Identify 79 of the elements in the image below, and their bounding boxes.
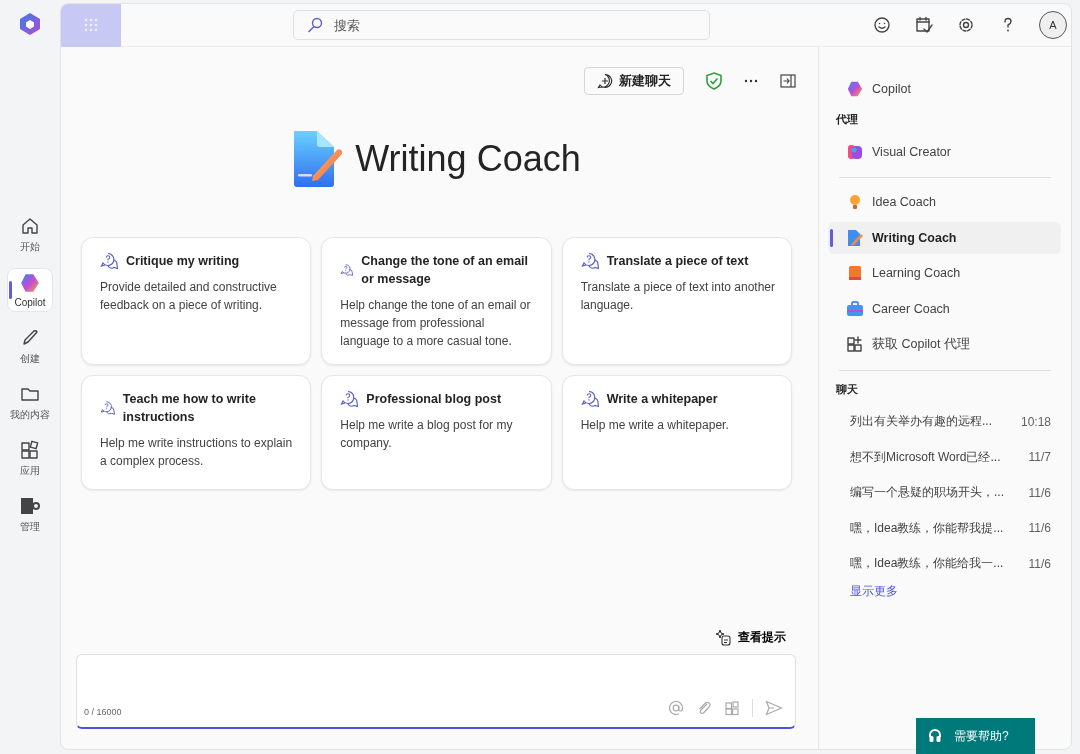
view-prompts-button[interactable]: 查看提示 <box>715 629 796 646</box>
chat-title: 编写一个悬疑的职场开头，... <box>850 484 1005 501</box>
agent-item[interactable]: Writing Coach <box>828 221 1061 254</box>
get-agents-link[interactable]: 获取 Copilot 代理 <box>828 328 1061 360</box>
apps-icon <box>19 438 41 461</box>
chat-history-item[interactable]: 编写一个悬疑的职场开头，... 11/6 <box>828 476 1061 509</box>
prompt-description: Help me write a whitepaper. <box>580 417 730 434</box>
prompt-card[interactable]: Critique my writing Provide detailed and constructive feedback on a piece of writing. <box>81 237 312 365</box>
section-heading: 代理 <box>835 111 859 127</box>
prompt-description: Translate a piece of text into another language. <box>580 279 775 314</box>
prompt-card[interactable]: Write a whitepaper Help me write a whitepaper. <box>561 375 792 490</box>
prompt-title: Change the tone of an email or message <box>361 253 530 288</box>
headset-icon <box>928 728 942 744</box>
paperclip-icon[interactable] <box>696 700 712 716</box>
chat-title: 嘿，Idea教练，你能帮我提... <box>850 519 1005 537</box>
prompt-title: Translate a piece of text <box>606 253 749 270</box>
chat-time: 11/7 <box>1028 450 1051 464</box>
prompt-card[interactable]: Professional blog post Help me write a blog post for my company. <box>321 375 552 490</box>
prompt-title: Professional blog post <box>366 391 502 408</box>
prompt-description: Help me write instructions to explain a complex process. <box>100 435 294 470</box>
agent-title: Writing Coach <box>355 138 581 180</box>
nav-item[interactable]: 应用 <box>7 436 53 480</box>
chat-question-icon <box>340 390 359 408</box>
add-apps-icon <box>846 335 864 353</box>
new-chat-button[interactable]: 新建聊天 <box>584 67 684 95</box>
prompt-description: Help change the tone of an email or message from professional language to a more casual tone. <box>340 297 532 350</box>
show-more-link[interactable]: 显示更多 <box>828 583 898 600</box>
chat-question-icon <box>340 261 354 279</box>
prompt-card[interactable]: Change the tone of an email or message Help change the tone of an email or message from professional language to a more casual tone. <box>321 237 552 365</box>
agent-item[interactable]: Visual Creator <box>828 135 1061 168</box>
chat-history-item[interactable]: 列出有关举办有趣的远程... 10:18 <box>828 405 1061 438</box>
nav-item[interactable]: 开始 <box>7 212 53 256</box>
chat-title: 列出有关举办有趣的远程... <box>850 413 993 430</box>
more-icon[interactable] <box>744 79 758 83</box>
settings-icon[interactable] <box>957 16 975 34</box>
chat-time: 11/6 <box>1028 485 1051 500</box>
nav-item[interactable]: Copilot <box>7 268 53 312</box>
prompt-title: Write a whitepaper <box>606 391 718 408</box>
chat-question-icon <box>100 399 115 417</box>
section-heading: 聊天 <box>835 381 859 397</box>
character-counter: 0 / 16000 <box>84 707 122 717</box>
nav-item[interactable]: 管理 <box>7 492 53 536</box>
feedback-smiley-icon[interactable] <box>873 16 891 34</box>
prompt-card[interactable]: Teach me how to write instructions Help me write instructions to explain a complex process. <box>81 375 312 490</box>
document-pencil-icon <box>846 228 864 247</box>
copilot-item[interactable]: Copilot <box>828 73 1061 105</box>
document-pencil-icon <box>291 131 344 187</box>
chat-title: 想不到Microsoft Word已经... <box>850 448 1002 466</box>
sparkle-note-icon <box>715 629 732 646</box>
prompt-description: Provide detailed and constructive feedback on a piece of writing. <box>100 279 278 314</box>
nav-item[interactable]: 我的内容 <box>7 380 53 424</box>
prompt-title: Teach me how to write instructions <box>122 391 257 426</box>
chat-history-item[interactable]: 嘿，Idea教练，你能帮我提... 11/6 <box>828 512 1061 544</box>
chat-time: 10:18 <box>1020 414 1051 429</box>
chat-title: 嘿，Idea教练，你能给我一... <box>850 555 1005 572</box>
briefcase-icon <box>846 299 864 318</box>
prompt-title: Critique my writing <box>126 253 240 270</box>
search-field[interactable]: 搜索 <box>293 10 710 40</box>
shield-check-icon[interactable] <box>706 72 722 90</box>
prompt-description: Help me write a blog post for my company. <box>340 417 514 452</box>
agent-item[interactable]: Career Coach <box>828 292 1061 325</box>
chat-question-icon <box>580 252 599 270</box>
agent-item[interactable]: Idea Coach <box>828 186 1061 218</box>
message-input-field[interactable]: 0 / 16000 <box>76 654 796 729</box>
calendar-check-icon[interactable] <box>915 16 933 34</box>
grid-icon <box>84 18 98 32</box>
panel-toggle-icon[interactable] <box>780 74 796 88</box>
chat-time: 11/6 <box>1028 556 1051 571</box>
chat-question-icon <box>580 390 599 408</box>
chat-time: 11/6 <box>1028 521 1051 535</box>
chat-question-icon <box>100 252 118 270</box>
book-icon <box>846 264 864 282</box>
avatar[interactable]: A <box>1039 11 1067 39</box>
prompt-card[interactable]: Translate a piece of text Translate a piece of text into another language. <box>561 237 792 365</box>
help-button[interactable]: 需要帮助? <box>916 718 1035 754</box>
chat-history-item[interactable]: 想不到Microsoft Word已经... 11/7 <box>828 441 1061 473</box>
nav-item[interactable]: 创建 <box>7 324 53 368</box>
chat-history-item[interactable]: 嘿，Idea教练，你能给我一... 11/6 <box>828 547 1061 580</box>
agent-item[interactable]: Learning Coach <box>828 257 1061 289</box>
